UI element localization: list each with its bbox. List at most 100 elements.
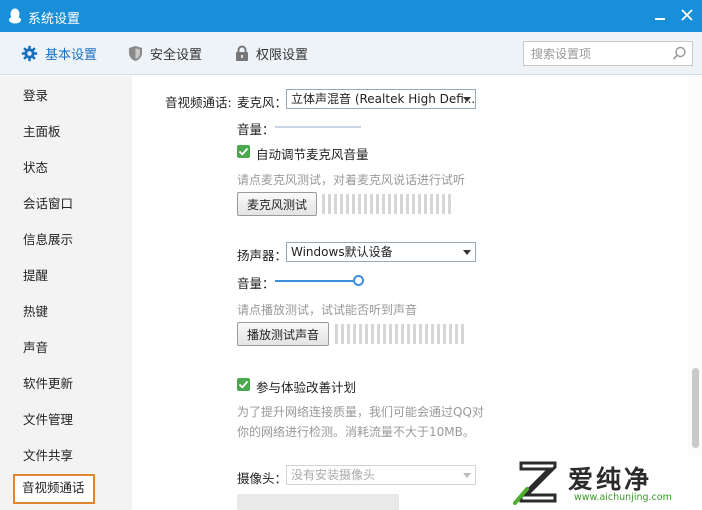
qq-penguin-icon xyxy=(9,8,21,24)
meter-bar xyxy=(335,324,338,344)
meter-bar xyxy=(395,324,398,344)
meter-bar xyxy=(412,194,415,214)
meter-bar xyxy=(352,194,355,214)
sidebar-item-main-panel[interactable]: 主面板 xyxy=(0,114,132,150)
mic-device-value: 立体声混音 (Realtek High Defi... xyxy=(291,92,476,106)
meter-bar xyxy=(394,194,397,214)
sidebar-item-software-update[interactable]: 软件更新 xyxy=(0,366,132,402)
meter-bar xyxy=(328,194,331,214)
meter-bar xyxy=(388,194,391,214)
meter-bar xyxy=(437,324,440,344)
meter-bar xyxy=(359,324,362,344)
settings-sidebar: 登录 主面板 状态 会话窗口 信息展示 提醒 热键 声音 软件更新 文件管理 文… xyxy=(0,76,132,510)
meter-bar xyxy=(442,194,445,214)
gear-icon xyxy=(21,45,38,62)
speaker-volume-thumb[interactable] xyxy=(353,275,364,286)
chevron-down-icon xyxy=(463,250,471,255)
sidebar-item-reminder[interactable]: 提醒 xyxy=(0,258,132,294)
mic-volume-slider[interactable] xyxy=(275,126,361,128)
meter-bar xyxy=(383,324,386,344)
check-icon xyxy=(238,380,249,389)
content-scrollbar[interactable] xyxy=(688,76,702,510)
meter-bar xyxy=(353,324,356,344)
meter-bar xyxy=(431,324,434,344)
scrollbar-thumb[interactable] xyxy=(692,368,699,448)
sidebar-item-login[interactable]: 登录 xyxy=(0,78,132,114)
sidebar-item-info-display[interactable]: 信息展示 xyxy=(0,222,132,258)
meter-bar xyxy=(413,324,416,344)
meter-bar xyxy=(346,194,349,214)
meter-bar xyxy=(407,324,410,344)
mic-auto-adjust-checkbox[interactable] xyxy=(237,145,250,158)
meter-bar xyxy=(448,194,451,214)
mic-label: 麦克风： xyxy=(237,95,288,110)
meter-bar xyxy=(449,324,452,344)
tab-security-settings-label: 安全设置 xyxy=(150,48,203,63)
search-box[interactable] xyxy=(523,41,693,66)
lock-icon xyxy=(236,45,248,61)
meter-bar xyxy=(443,324,446,344)
sidebar-item-av-call[interactable]: 音视频通话 xyxy=(13,474,95,504)
experience-program-checkbox[interactable] xyxy=(237,378,250,391)
search-input[interactable] xyxy=(524,42,664,65)
meter-bar xyxy=(334,194,337,214)
window-title: 系统设置 xyxy=(28,12,81,27)
meter-bar xyxy=(364,194,367,214)
sidebar-item-file-sharing[interactable]: 文件共享 xyxy=(0,438,132,474)
meter-bar xyxy=(400,194,403,214)
close-icon[interactable] xyxy=(678,6,696,24)
experience-program-label: 参与体验改善计划 xyxy=(256,380,357,395)
chevron-down-icon xyxy=(463,473,471,478)
speaker-device-select[interactable]: Windows默认设备 xyxy=(286,242,476,262)
sidebar-item-file-management[interactable]: 文件管理 xyxy=(0,402,132,438)
section-label-av-call: 音视频通话: xyxy=(165,95,232,110)
check-icon xyxy=(238,147,249,156)
meter-bar xyxy=(365,324,368,344)
watermark-logo-icon xyxy=(513,461,557,505)
meter-bar xyxy=(430,194,433,214)
meter-bar xyxy=(340,194,343,214)
tab-permission-settings[interactable]: 权限设置 xyxy=(235,32,308,75)
meter-bar xyxy=(389,324,392,344)
mic-level-meter xyxy=(322,194,451,214)
meter-bar xyxy=(370,194,373,214)
meter-bar xyxy=(418,194,421,214)
camera-device-select[interactable]: 没有安装摄像头 xyxy=(286,465,476,485)
minimize-icon[interactable] xyxy=(652,6,668,24)
mic-auto-adjust-label: 自动调节麦克风音量 xyxy=(256,147,369,162)
meter-bar xyxy=(377,324,380,344)
speaker-volume-slider[interactable] xyxy=(275,280,358,282)
sidebar-item-chat-window[interactable]: 会话窗口 xyxy=(0,186,132,222)
meter-bar xyxy=(401,324,404,344)
speaker-device-value: Windows默认设备 xyxy=(291,245,393,259)
camera-preview xyxy=(237,494,399,510)
sidebar-item-status[interactable]: 状态 xyxy=(0,150,132,186)
mic-volume-label: 音量： xyxy=(237,122,275,137)
tab-basic-settings[interactable]: 基本设置 xyxy=(21,32,97,75)
meter-bar xyxy=(461,324,464,344)
search-icon[interactable] xyxy=(672,46,687,61)
experience-hint-line1: 为了提升网络连接质量，我们可能会通过QQ对 xyxy=(237,405,484,419)
speaker-test-button[interactable]: 播放测试声音 xyxy=(237,322,329,346)
mic-test-button[interactable]: 麦克风测试 xyxy=(237,192,317,216)
mic-test-hint: 请点麦克风测试，对着麦克风说话进行试听 xyxy=(237,173,466,187)
meter-bar xyxy=(406,194,409,214)
meter-bar xyxy=(436,194,439,214)
tab-permission-settings-label: 权限设置 xyxy=(256,48,309,63)
speaker-volume-fill xyxy=(275,280,358,282)
speaker-test-hint: 请点播放测试，试试能否听到声音 xyxy=(237,303,418,317)
speaker-volume-label: 音量： xyxy=(237,276,275,291)
watermark: 爱纯净 www.aichunjing.com xyxy=(510,456,702,510)
shield-icon xyxy=(129,46,142,61)
meter-bar xyxy=(371,324,374,344)
camera-device-value: 没有安装摄像头 xyxy=(291,468,376,482)
meter-bar xyxy=(322,194,325,214)
speaker-level-meter xyxy=(335,324,464,344)
mic-device-select[interactable]: 立体声混音 (Realtek High Defi... xyxy=(286,89,476,109)
tab-security-settings[interactable]: 安全设置 xyxy=(128,32,202,75)
sidebar-item-hotkeys[interactable]: 热键 xyxy=(0,294,132,330)
chevron-down-icon xyxy=(463,97,471,102)
sidebar-item-sound[interactable]: 声音 xyxy=(0,330,132,366)
meter-bar xyxy=(341,324,344,344)
experience-hint-line2: 你的网络进行检测。消耗流量不大于10MB。 xyxy=(237,425,475,439)
